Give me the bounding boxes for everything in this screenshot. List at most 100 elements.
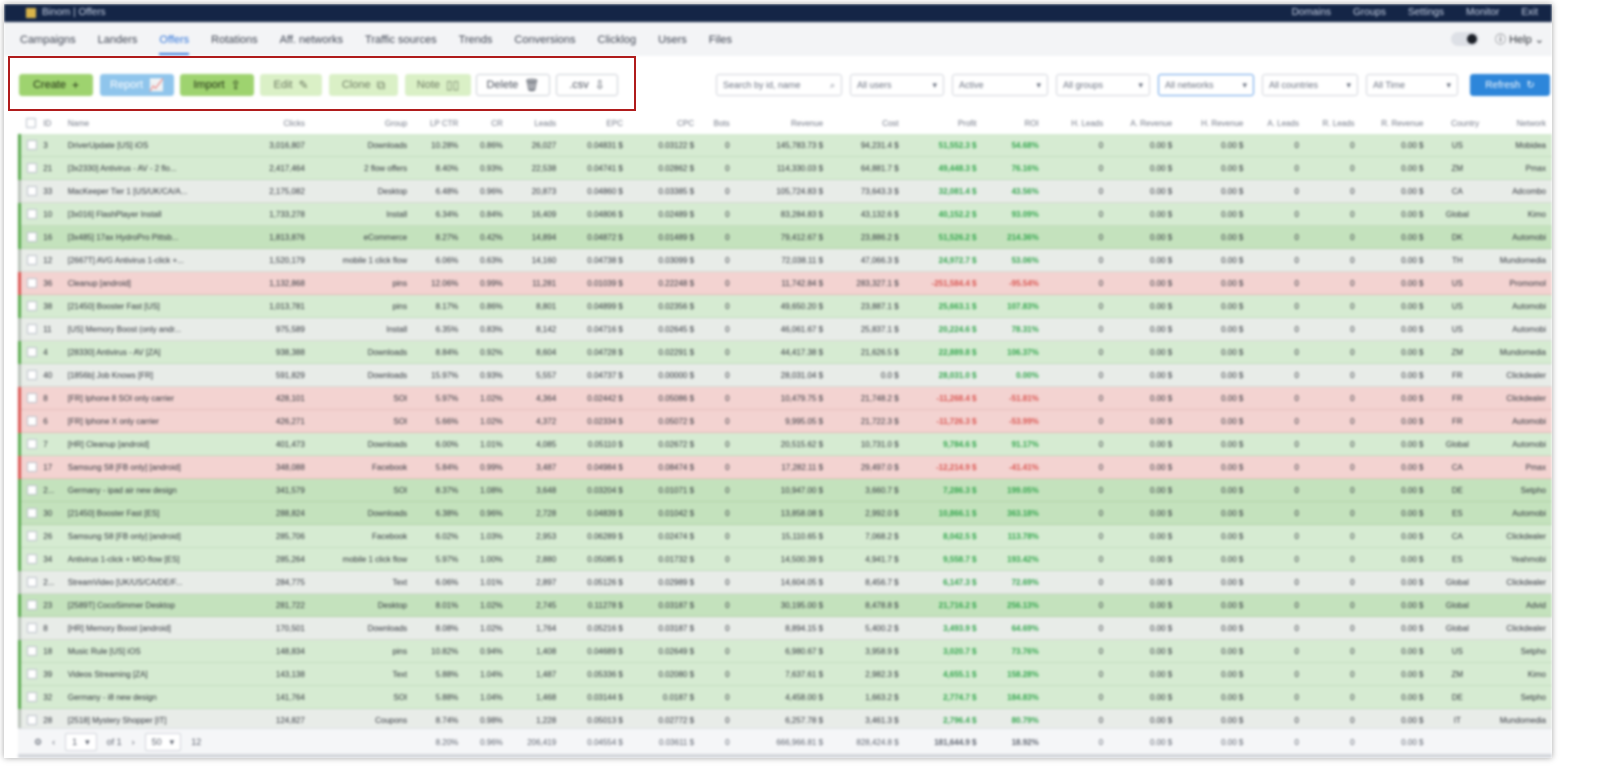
report-button[interactable]: Report 📈 xyxy=(100,74,174,96)
row-checkbox[interactable] xyxy=(18,478,38,502)
row-checkbox[interactable] xyxy=(18,363,38,387)
table-row[interactable]: 36 Cleanup [android] 1,132,868 pins 12.06% 0.… xyxy=(18,271,1552,295)
row-checkbox[interactable] xyxy=(18,156,38,180)
row-checkbox[interactable] xyxy=(18,662,38,686)
tab-landers[interactable]: Landers xyxy=(98,22,138,55)
row-checkbox[interactable] xyxy=(18,294,38,318)
table-row[interactable]: 8 [FR] Iphone 8 SOI only carrier 428,101 SO… xyxy=(18,386,1552,410)
column-header-network[interactable]: Network xyxy=(1485,112,1552,134)
note-button[interactable]: Note ▯▯ xyxy=(405,74,471,96)
top-link-settings[interactable]: Settings xyxy=(1408,7,1444,18)
table-row[interactable]: 2... Germany - ipad air new design 341,579… xyxy=(18,478,1552,502)
row-checkbox[interactable] xyxy=(18,639,38,663)
delete-button[interactable]: Delete 🗑 xyxy=(476,74,550,96)
table-row[interactable]: 40 [1856b] Job Knows [FR] 591,829 Downloads… xyxy=(18,363,1552,387)
column-header-cr[interactable]: CR xyxy=(464,112,508,134)
tab-users[interactable]: Users xyxy=(658,22,687,55)
column-header-hrev[interactable]: H. Revenue xyxy=(1178,112,1249,134)
column-header-bots[interactable]: Bots xyxy=(700,112,736,134)
status-select[interactable]: Active ▾ xyxy=(952,74,1048,96)
row-checkbox[interactable] xyxy=(18,501,38,525)
table-row[interactable]: 26 Samsung S8 [FB only] [android] 285,706 F… xyxy=(18,524,1552,548)
tab-conversions[interactable]: Conversions xyxy=(514,22,575,55)
import-button[interactable]: Import ⇪ xyxy=(180,74,254,96)
column-header-revenue[interactable]: Revenue xyxy=(736,112,829,134)
column-header-arev[interactable]: A. Revenue xyxy=(1109,112,1178,134)
column-header-id[interactable]: ID xyxy=(37,112,61,134)
table-row[interactable]: 3 DriverUpdate [US] iOS 3,016,807 Downloads… xyxy=(18,134,1552,157)
column-header-clicks[interactable]: Clicks xyxy=(249,112,311,134)
row-checkbox[interactable] xyxy=(18,179,38,203)
table-row[interactable]: 11 [US] Memory Boost (only andr... 975,589… xyxy=(18,317,1552,341)
column-header-hleads[interactable]: H. Leads xyxy=(1045,112,1110,134)
row-checkbox[interactable] xyxy=(18,570,38,594)
table-row[interactable]: 12 [2667T] AVG Antivirus 1-click +... 1,52… xyxy=(18,248,1552,272)
row-checkbox[interactable] xyxy=(18,685,38,709)
column-header-profit[interactable]: Profit xyxy=(905,112,983,134)
csv-button[interactable]: .csv ⇩ xyxy=(556,74,618,96)
column-header-cpc[interactable]: CPC xyxy=(629,112,700,134)
column-header-lpctr[interactable]: LP CTR xyxy=(413,112,464,134)
table-row[interactable]: 16 [3x485] 17ax HydroPro Pittsb... 1,813,8… xyxy=(18,225,1552,249)
users-select[interactable]: All users ▾ xyxy=(850,74,944,96)
tab-campaigns[interactable]: Campaigns xyxy=(20,22,76,55)
search-input[interactable]: Search by id, name ⌕ xyxy=(716,74,842,96)
row-checkbox[interactable] xyxy=(18,271,38,295)
row-checkbox[interactable] xyxy=(18,340,38,364)
clone-button[interactable]: Clone ⧉ xyxy=(329,74,398,96)
table-row[interactable]: 32 Germany - i8 new design 141,764 SOI 5.88%… xyxy=(18,685,1552,709)
top-link-monitor[interactable]: Monitor xyxy=(1466,7,1499,18)
tab-files[interactable]: Files xyxy=(709,22,732,55)
table-row[interactable]: 33 MacKeeper Tier 1 [US/UK/CA/A... 2,175,0… xyxy=(18,179,1552,203)
table-row[interactable]: 6 [FR] Iphone X only carrier 426,271 SOI 5.6… xyxy=(18,409,1552,433)
row-checkbox[interactable] xyxy=(18,432,38,456)
top-link-exit[interactable]: Exit xyxy=(1521,7,1538,18)
column-header-country[interactable]: Country xyxy=(1429,112,1485,134)
top-link-groups[interactable]: Groups xyxy=(1353,7,1386,18)
horizontal-scrollbar[interactable] xyxy=(18,754,1552,758)
row-checkbox[interactable] xyxy=(18,524,38,548)
create-button[interactable]: Create + xyxy=(19,74,93,96)
row-checkbox[interactable] xyxy=(18,225,38,249)
row-checkbox[interactable] xyxy=(18,317,38,341)
table-row[interactable]: 34 Antivirus 1-click + MO-flow [ES] 285,26… xyxy=(18,547,1552,571)
table-row[interactable]: 21 [3x2330] Antivirus - AV - 2 flo... 2,41… xyxy=(18,156,1552,180)
select-all-checkbox[interactable] xyxy=(20,112,38,134)
theme-toggle[interactable] xyxy=(1451,32,1480,46)
row-checkbox[interactable] xyxy=(18,547,38,571)
column-header-aleads[interactable]: A. Leads xyxy=(1249,112,1305,134)
table-row[interactable]: 38 [21450] Booster Fast [US] 1,013,781 pins… xyxy=(18,294,1552,318)
column-header-rleads[interactable]: R. Leads xyxy=(1305,112,1361,134)
row-checkbox[interactable] xyxy=(18,134,38,157)
tab-trends[interactable]: Trends xyxy=(459,22,493,55)
tab-clicklog[interactable]: Clicklog xyxy=(598,22,637,55)
row-checkbox[interactable] xyxy=(18,616,38,640)
row-checkbox[interactable] xyxy=(18,455,38,479)
table-row[interactable]: 30 [21450] Booster Fast [ES] 288,824 Downlo… xyxy=(18,501,1552,525)
help-menu[interactable]: ⓘ Help ⌄ xyxy=(1495,31,1544,47)
refresh-button[interactable]: Refresh ↻ xyxy=(1470,74,1550,96)
table-row[interactable]: 8 [HR] Memory Boost [android] 170,501 Downl… xyxy=(18,616,1552,640)
row-checkbox[interactable] xyxy=(18,593,38,617)
table-row[interactable]: 7 [HR] Cleanup [android] 401,473 Downloads 6… xyxy=(18,432,1552,456)
column-header-cost[interactable]: Cost xyxy=(829,112,905,134)
column-header-group[interactable]: Group xyxy=(311,112,413,134)
column-header-roi[interactable]: ROI xyxy=(982,112,1044,134)
networks-select[interactable]: All networks ▾ xyxy=(1158,74,1254,96)
groups-select[interactable]: All groups ▾ xyxy=(1056,74,1150,96)
table-row[interactable]: 4 [28330] Antivirus - AV [ZA] 938,388 Downl… xyxy=(18,340,1552,364)
tab-rotations[interactable]: Rotations xyxy=(211,22,257,55)
time-select[interactable]: All Time ▾ xyxy=(1366,74,1458,96)
tab-offers[interactable]: Offers xyxy=(159,22,189,55)
row-checkbox[interactable] xyxy=(18,386,38,410)
table-row[interactable]: 10 [3x016] FlashPlayer Install 1,733,278 In… xyxy=(18,202,1552,226)
table-row[interactable]: 18 Music Rule [US] iOS 148,834 pins 10.82% 0.… xyxy=(18,639,1552,663)
column-header-leads[interactable]: Leads xyxy=(509,112,562,134)
column-header-name[interactable]: Name xyxy=(62,112,249,134)
top-link-domains[interactable]: Domains xyxy=(1292,7,1331,18)
tab-traffic-sources[interactable]: Traffic sources xyxy=(365,22,437,55)
tab-aff-networks[interactable]: Aff. networks xyxy=(280,22,343,55)
countries-select[interactable]: All countries ▾ xyxy=(1262,74,1358,96)
edit-button[interactable]: Edit ✎ xyxy=(260,74,322,96)
table-row[interactable]: 2... StreamVideo [UK/US/CA/DE/F... 284,775… xyxy=(18,570,1552,594)
